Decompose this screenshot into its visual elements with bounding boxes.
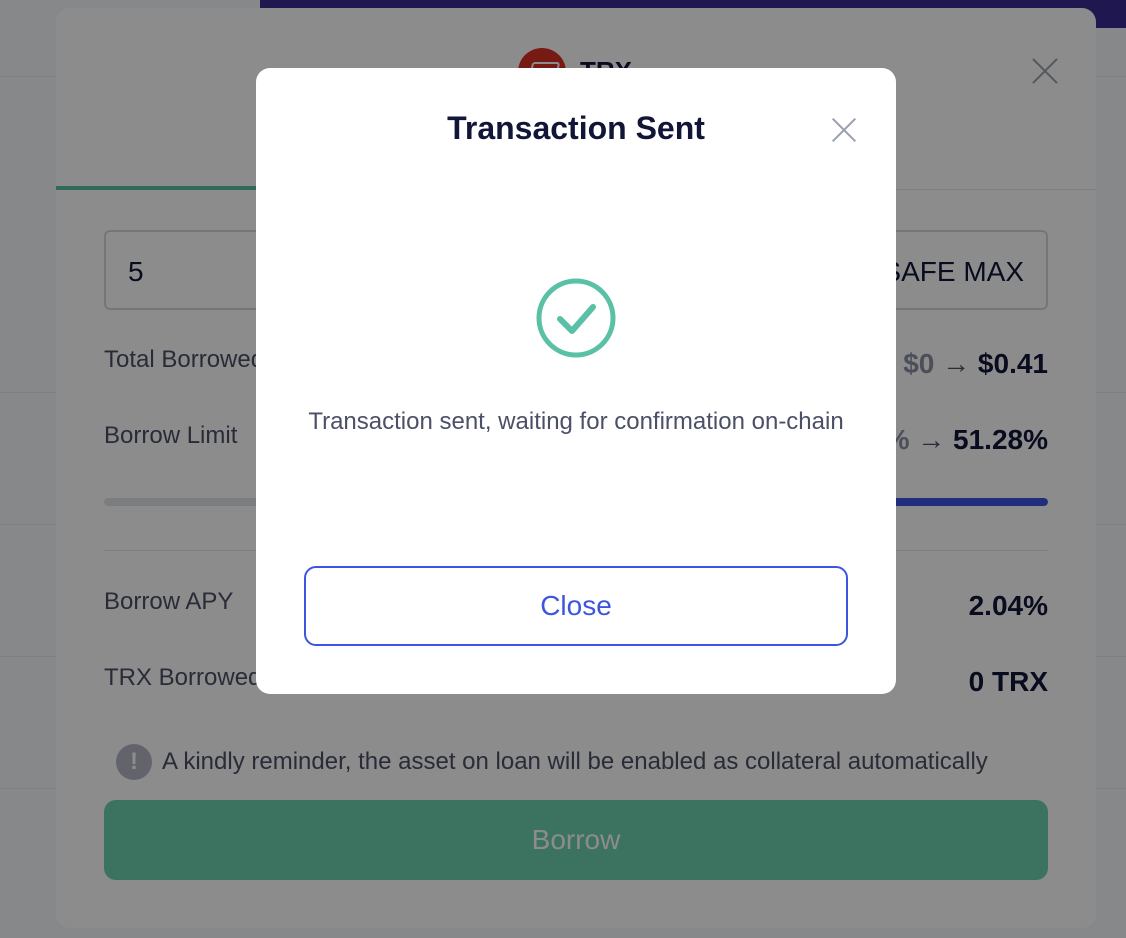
dialog-title: Transaction Sent: [447, 110, 705, 146]
dialog-message: Transaction sent, waiting for confirmati…: [308, 408, 844, 435]
close-icon[interactable]: [830, 116, 858, 144]
check-circle-icon: [536, 278, 616, 358]
close-button[interactable]: Close: [304, 566, 848, 646]
transaction-sent-dialog: Transaction Sent Transaction sent, waiti…: [256, 68, 896, 694]
